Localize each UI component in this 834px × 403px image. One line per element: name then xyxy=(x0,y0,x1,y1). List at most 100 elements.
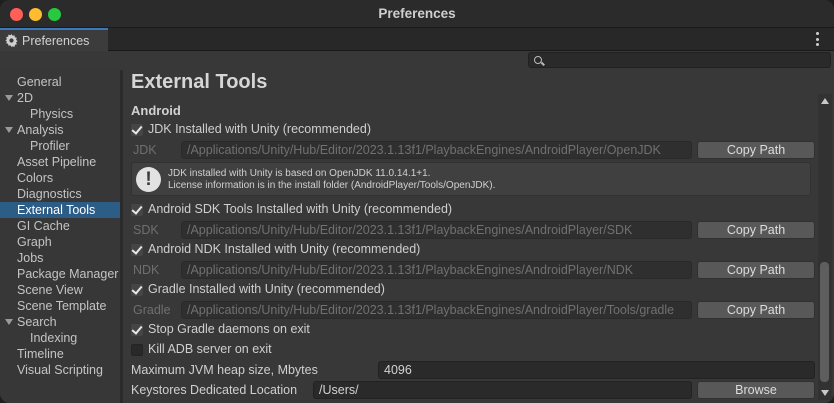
sidebar-item-label: Diagnostics xyxy=(17,187,82,201)
keystores-label: Keystores Dedicated Location xyxy=(131,383,298,397)
info-line-1: JDK installed with Unity is based on Ope… xyxy=(168,168,431,179)
section-title-android: Android xyxy=(131,103,181,118)
sidebar-item-external-tools[interactable]: External Tools xyxy=(0,202,120,218)
stop-gradle-row[interactable]: Stop Gradle daemons on exit xyxy=(123,321,834,339)
sidebar-item-analysis[interactable]: Analysis xyxy=(0,122,120,138)
scroll-up-icon[interactable] xyxy=(821,98,829,104)
sidebar-item-label: Scene View xyxy=(17,283,83,297)
ndk-installed-checkbox[interactable] xyxy=(131,244,143,256)
sidebar-item-timeline[interactable]: Timeline xyxy=(0,346,120,362)
sidebar-item-diagnostics[interactable]: Diagnostics xyxy=(0,186,120,202)
sidebar-item-scene-template[interactable]: Scene Template xyxy=(0,298,120,314)
expand-arrow-icon[interactable] xyxy=(5,127,13,133)
jdk-path-field[interactable]: /Applications/Unity/Hub/Editor/2023.1.13… xyxy=(181,141,692,159)
jdk-installed-row[interactable]: JDK Installed with Unity (recommended) xyxy=(123,121,834,139)
kill-adb-label: Kill ADB server on exit xyxy=(148,342,272,356)
sidebar-item-general[interactable]: General xyxy=(0,74,120,90)
sidebar-item-label: Search xyxy=(17,315,57,329)
jdk-info-box: ! JDK installed with Unity is based on O… xyxy=(131,162,811,196)
gradle-path-field[interactable]: /Applications/Unity/Hub/Editor/2023.1.13… xyxy=(181,301,692,319)
search-row xyxy=(0,52,834,70)
keystores-row: Keystores Dedicated Location /Users/ Bro… xyxy=(123,381,834,399)
gradle-installed-label: Gradle Installed with Unity (recommended… xyxy=(148,282,385,296)
ndk-path-field[interactable]: /Applications/Unity/Hub/Editor/2023.1.13… xyxy=(181,261,692,279)
sdk-installed-checkbox[interactable] xyxy=(131,204,143,216)
kill-adb-row[interactable]: Kill ADB server on exit xyxy=(123,341,834,359)
sidebar-item-label: Visual Scripting xyxy=(17,363,103,377)
title-bar: Preferences xyxy=(0,0,834,28)
sidebar-item-search[interactable]: Search xyxy=(0,314,120,330)
sidebar-item-visual-scripting[interactable]: Visual Scripting xyxy=(0,362,120,378)
sidebar-item-label: 2D xyxy=(17,91,33,105)
sdk-path-field[interactable]: /Applications/Unity/Hub/Editor/2023.1.13… xyxy=(181,221,692,239)
jdk-path-label: JDK xyxy=(133,143,157,157)
sidebar-item-asset-pipeline[interactable]: Asset Pipeline xyxy=(0,154,120,170)
sidebar-item-label: Asset Pipeline xyxy=(17,155,97,169)
jvm-heap-field[interactable]: 4096 xyxy=(378,361,815,379)
sidebar-item-label: General xyxy=(17,75,62,89)
gradle-copy-path-button[interactable]: Copy Path xyxy=(697,301,815,319)
ndk-path-row: NDK /Applications/Unity/Hub/Editor/2023.… xyxy=(123,261,834,279)
sdk-copy-path-button[interactable]: Copy Path xyxy=(697,221,815,239)
sidebar-item-2d[interactable]: 2D xyxy=(0,90,120,106)
jvm-heap-row: Maximum JVM heap size, Mbytes 4096 xyxy=(123,361,834,379)
stop-gradle-label: Stop Gradle daemons on exit xyxy=(148,322,310,336)
sidebar-item-profiler[interactable]: Profiler xyxy=(0,138,120,154)
ndk-installed-row[interactable]: Android NDK Installed with Unity (recomm… xyxy=(123,241,834,259)
sidebar-item-label: Scene Template xyxy=(17,299,107,313)
ndk-installed-label: Android NDK Installed with Unity (recomm… xyxy=(148,242,421,256)
sidebar-item-colors[interactable]: Colors xyxy=(0,170,120,186)
ndk-path-label: NDK xyxy=(133,263,160,277)
sidebar-item-gi-cache[interactable]: GI Cache xyxy=(0,218,120,234)
info-line-2: License information is in the install fo… xyxy=(168,180,496,191)
info-exclamation-icon: ! xyxy=(136,167,161,192)
sidebar-item-label: Timeline xyxy=(17,347,64,361)
sidebar-item-jobs[interactable]: Jobs xyxy=(0,250,120,266)
search-input[interactable] xyxy=(528,52,831,68)
jdk-copy-path-button[interactable]: Copy Path xyxy=(697,141,815,159)
tab-preferences[interactable]: Preferences xyxy=(0,28,108,51)
tab-bar: Preferences xyxy=(0,28,834,51)
expand-arrow-icon[interactable] xyxy=(5,95,13,101)
sdk-installed-row[interactable]: Android SDK Tools Installed with Unity (… xyxy=(123,201,834,219)
gradle-installed-checkbox[interactable] xyxy=(131,284,143,296)
kill-adb-checkbox[interactable] xyxy=(131,344,143,356)
sidebar-item-graph[interactable]: Graph xyxy=(0,234,120,250)
sdk-path-row: SDK /Applications/Unity/Hub/Editor/2023.… xyxy=(123,221,834,239)
ndk-copy-path-button[interactable]: Copy Path xyxy=(697,261,815,279)
browse-button[interactable]: Browse xyxy=(697,381,815,399)
scroll-down-icon[interactable] xyxy=(821,390,829,396)
sidebar-item-label: Package Manager xyxy=(17,267,119,281)
gradle-installed-row[interactable]: Gradle Installed with Unity (recommended… xyxy=(123,281,834,299)
sidebar-item-indexing[interactable]: Indexing xyxy=(0,330,120,346)
expand-arrow-icon[interactable] xyxy=(5,319,13,325)
sidebar-item-label: External Tools xyxy=(17,203,96,217)
sdk-path-label: SDK xyxy=(133,223,159,237)
sidebar: General 2D Physics Analysis Profiler Asset Pi… xyxy=(0,70,120,403)
gradle-path-row: Gradle /Applications/Unity/Hub/Editor/20… xyxy=(123,301,834,319)
page-title: External Tools xyxy=(131,71,268,93)
jdk-installed-label: JDK Installed with Unity (recommended) xyxy=(148,122,371,136)
jvm-heap-label: Maximum JVM heap size, Mbytes xyxy=(131,363,318,377)
sidebar-item-label: Physics xyxy=(30,107,74,121)
sidebar-item-scene-view[interactable]: Scene View xyxy=(0,282,120,298)
external-tools-panel: External Tools Android JDK Installed wit… xyxy=(123,70,834,403)
stop-gradle-checkbox[interactable] xyxy=(131,324,143,336)
vertical-scrollbar[interactable] xyxy=(818,94,832,400)
gradle-path-label: Gradle xyxy=(133,303,171,317)
sidebar-item-label: GI Cache xyxy=(17,219,70,233)
tab-label: Preferences xyxy=(22,33,90,48)
more-options-icon[interactable] xyxy=(816,32,820,46)
keystores-field[interactable]: /Users/ xyxy=(313,381,692,399)
sidebar-item-label: Analysis xyxy=(17,123,64,137)
gear-icon xyxy=(5,34,18,47)
search-icon xyxy=(534,56,542,64)
sidebar-item-label: Graph xyxy=(17,235,52,249)
sidebar-item-package-manager[interactable]: Package Manager xyxy=(0,266,120,282)
jdk-installed-checkbox[interactable] xyxy=(131,124,143,136)
sdk-installed-label: Android SDK Tools Installed with Unity (… xyxy=(148,202,453,216)
sidebar-item-physics[interactable]: Physics xyxy=(0,106,120,122)
preferences-window: Preferences Preferences General 2D Physics… xyxy=(0,0,834,403)
window-title: Preferences xyxy=(378,6,456,21)
scroll-thumb[interactable] xyxy=(820,262,829,382)
